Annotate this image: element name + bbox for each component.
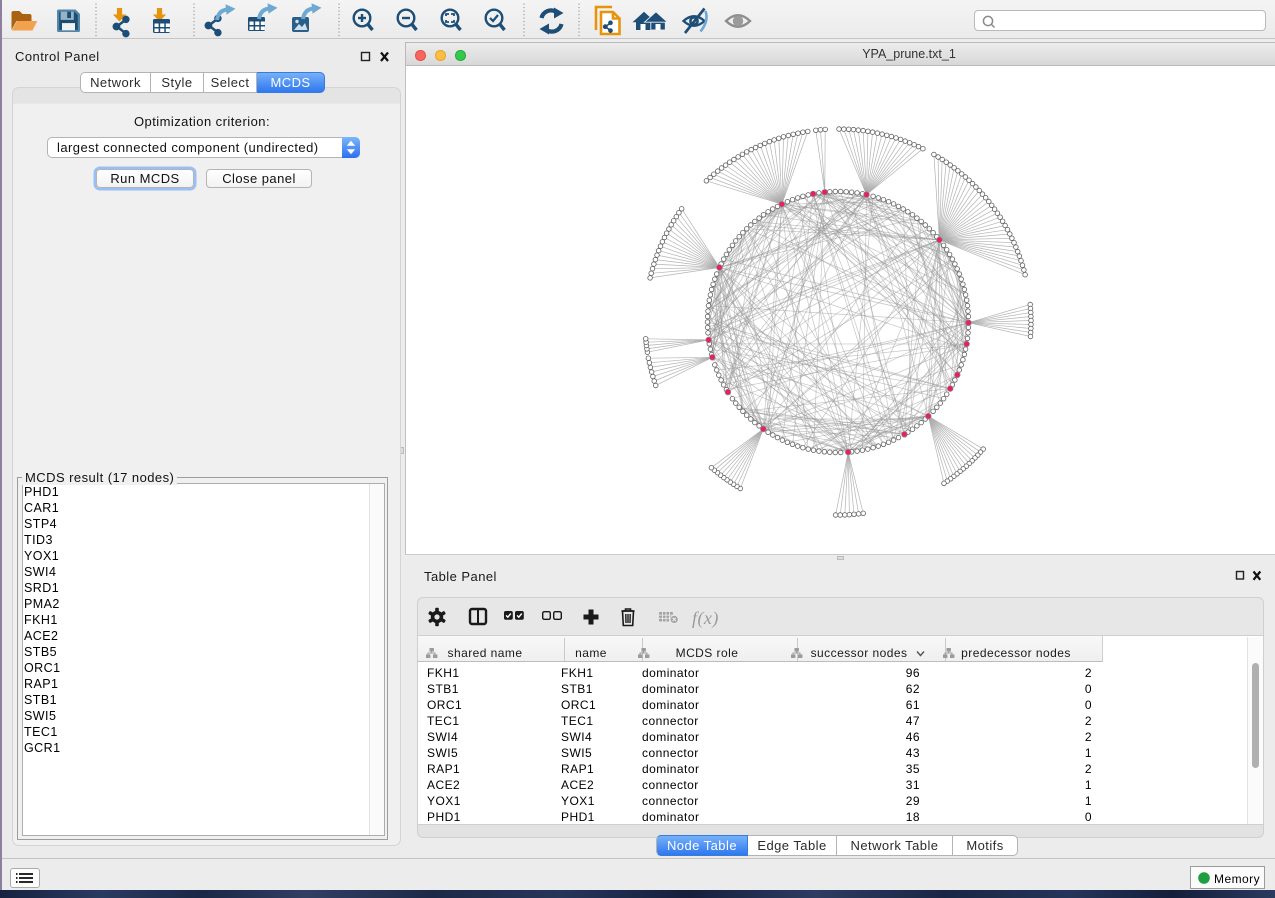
- svg-text:f(x): f(x): [692, 608, 719, 629]
